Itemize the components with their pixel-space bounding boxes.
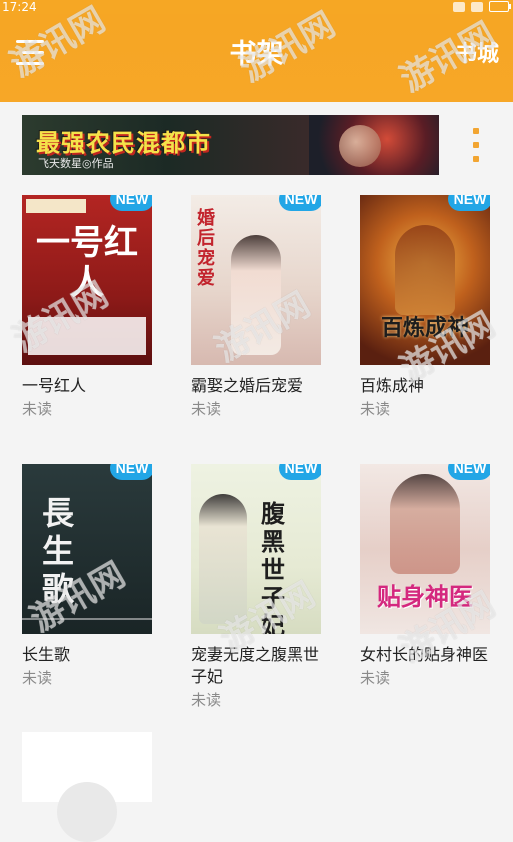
wifi-icon	[471, 1, 483, 12]
book-status: 未读	[191, 691, 222, 709]
status-time: 17:24	[2, 0, 37, 14]
banner-subtitle: 飞天数星◎作品	[38, 157, 114, 170]
new-badge: NEW	[279, 195, 321, 211]
add-book-slot[interactable]	[22, 732, 152, 842]
new-badge: NEW	[110, 464, 152, 480]
cover-title: 腹黑世子妃	[261, 500, 285, 634]
new-badge: NEW	[448, 195, 490, 211]
book-cover[interactable]: 婚后宠爱 NEW	[191, 195, 321, 365]
cover-tag	[26, 199, 86, 213]
cover-title: 百炼成神	[380, 316, 469, 341]
book-item[interactable]: 長生歌 NEW 长生歌 未读	[22, 464, 154, 688]
more-dot-icon	[473, 128, 479, 134]
book-cover[interactable]: 長生歌 NEW	[22, 464, 152, 634]
book-status: 未读	[191, 400, 222, 418]
book-title: 宠妻无度之腹黑世子妃	[191, 645, 320, 686]
banner-title: 最强农民混都市	[36, 129, 211, 157]
banner-artwork	[309, 115, 439, 175]
status-bar: 17:24	[0, 0, 513, 14]
cover-title: 贴身神医	[377, 583, 473, 611]
more-options-button[interactable]	[470, 126, 484, 166]
book-title: 霸娶之婚后宠爱	[191, 376, 304, 395]
promo-banner[interactable]: 最强农民混都市 飞天数星◎作品	[22, 115, 439, 175]
book-item[interactable]: 一号红人 NEW 一号红人 未读	[22, 195, 154, 419]
cover-figure	[231, 235, 281, 355]
more-dot-icon	[473, 156, 479, 162]
status-icons	[453, 1, 511, 12]
book-cover[interactable]: 贴身神医 NEW	[360, 464, 490, 634]
new-badge: NEW	[448, 464, 490, 480]
book-status: 未读	[22, 400, 53, 418]
cover-blurb	[28, 317, 146, 355]
book-status: 未读	[360, 669, 391, 687]
more-dot-icon	[473, 142, 479, 148]
book-cover[interactable]: 腹黑世子妃 NEW	[191, 464, 321, 634]
add-icon	[57, 782, 117, 842]
cover-figure	[390, 474, 460, 574]
book-title: 百炼成神	[360, 376, 425, 395]
book-status: 未读	[360, 400, 391, 418]
new-badge: NEW	[110, 195, 152, 211]
book-title: 女村长的贴身神医	[360, 645, 489, 664]
new-badge: NEW	[279, 464, 321, 480]
cover-title: 長生歌	[42, 494, 75, 608]
book-title: 长生歌	[22, 645, 71, 664]
book-item[interactable]: 百炼成神 NEW 百炼成神 未读	[360, 195, 492, 419]
cover-figure	[199, 494, 247, 624]
book-cover[interactable]: 百炼成神 NEW	[360, 195, 490, 365]
signal-icon	[453, 1, 465, 12]
book-cover[interactable]: 一号红人 NEW	[22, 195, 152, 365]
cover-rule	[22, 618, 152, 620]
book-status: 未读	[22, 669, 53, 687]
book-item[interactable]: 贴身神医 NEW 女村长的贴身神医 未读	[360, 464, 492, 688]
cover-figure	[395, 225, 455, 315]
cover-title: 婚后宠爱	[197, 208, 215, 289]
page-title: 书架	[229, 39, 284, 70]
book-title: 一号红人	[22, 376, 87, 395]
cover-title: 一号红人	[36, 223, 138, 303]
app-header: 书架 书城	[0, 14, 513, 102]
battery-icon	[489, 1, 511, 12]
book-item[interactable]: 腹黑世子妃 NEW 宠妻无度之腹黑世子妃 未读	[191, 464, 323, 710]
bookstore-button[interactable]: 书城	[455, 36, 499, 68]
book-item[interactable]: 婚后宠爱 NEW 霸娶之婚后宠爱 未读	[191, 195, 323, 419]
